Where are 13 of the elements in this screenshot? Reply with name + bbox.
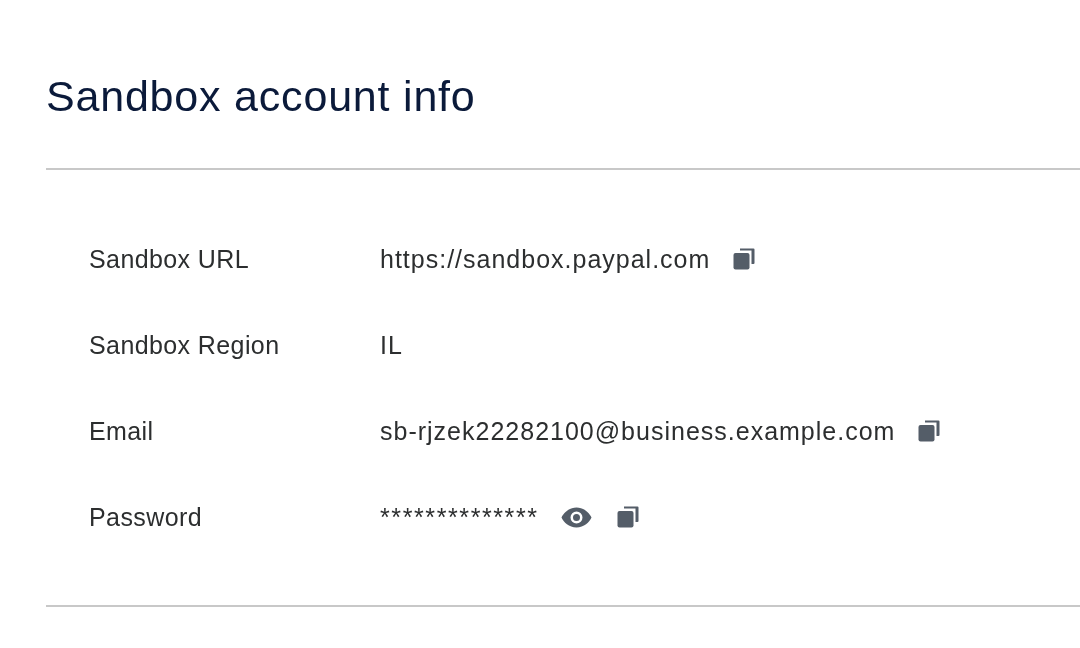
field-value: **************	[380, 502, 539, 532]
page-title: Sandbox account info	[46, 71, 476, 122]
field-label: Password	[89, 502, 203, 532]
field-label: Sandbox URL	[89, 244, 251, 274]
field-label: Sandbox Region	[89, 330, 281, 360]
copy-icon[interactable]	[615, 505, 640, 529]
field-value: https://sandbox.paypal.com	[380, 244, 711, 274]
copy-icon[interactable]	[917, 419, 942, 443]
eye-icon[interactable]	[560, 506, 592, 528]
field-value: IL	[380, 330, 403, 360]
field-label: Email	[89, 416, 155, 446]
field-value: sb-rjzek22282100@business.example.com	[380, 416, 896, 446]
copy-icon[interactable]	[732, 247, 757, 271]
